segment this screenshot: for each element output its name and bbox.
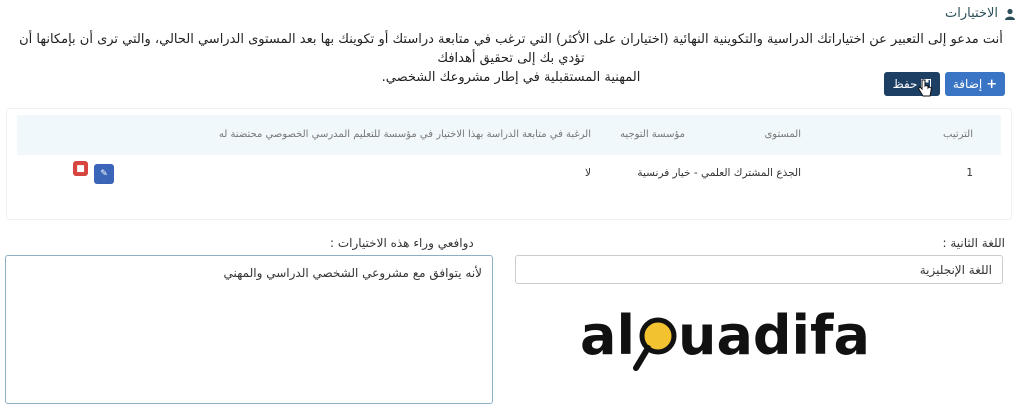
header-rank: الترتيب (943, 129, 973, 140)
save-button-label: حفظ (892, 77, 918, 91)
header-level: المستوى (764, 129, 801, 140)
intro-line-2: المهنية المستقبلية في إطار مشروعك الشخصي… (381, 70, 641, 85)
intro-text: أنت مدعو إلى التعبير عن اختياراتك الدراس… (6, 30, 1016, 87)
edit-icon: ✎ (100, 169, 108, 179)
add-button[interactable]: + إضافة (945, 72, 1005, 96)
svg-text:al: al (580, 304, 635, 367)
plus-icon: + (986, 76, 998, 92)
choices-table: الترتيب المستوى مؤسسة التوجيه الرغبة في … (6, 108, 1012, 220)
delete-button[interactable]: ■ (73, 161, 88, 176)
page-title: الاختيارات (945, 6, 998, 21)
hand-cursor-icon (917, 79, 933, 97)
cell-private-wish: لا (585, 167, 591, 179)
motivations-label: دوافعي وراء هذه الاختيارات : (330, 236, 474, 250)
second-language-value: اللغة الإنجليزية (919, 263, 992, 277)
cell-level: الجذع المشترك العلمي - خيار فرنسية (637, 167, 801, 179)
header-private-wish: الرغبة في متابعة الدراسة بهذا الاختيار ف… (218, 129, 591, 140)
add-button-label: إضافة (952, 77, 983, 91)
intro-line-1: أنت مدعو إلى التعبير عن اختياراتك الدراس… (19, 32, 1003, 66)
table-row: 1 الجذع المشترك العلمي - خيار فرنسية لا (17, 155, 1001, 205)
cell-rank: 1 (966, 167, 973, 179)
second-language-select[interactable]: اللغة الإنجليزية (515, 255, 1003, 284)
trash-icon: ■ (76, 163, 85, 174)
section-header: الاختيارات (945, 6, 1016, 21)
motivations-textarea[interactable]: لأنه يتوافق مع مشروعي الشخصي الدراسي وال… (5, 255, 493, 404)
header-institution: مؤسسة التوجيه (620, 129, 685, 140)
edit-button[interactable]: ✎ (94, 164, 114, 184)
alouadifa-logo: al uadifa (580, 304, 870, 371)
table-header: الترتيب المستوى مؤسسة التوجيه الرغبة في … (17, 115, 1001, 155)
user-icon (1005, 8, 1015, 20)
second-language-label: اللغة الثانية : (942, 236, 1005, 250)
svg-text:uadifa: uadifa (678, 304, 870, 367)
